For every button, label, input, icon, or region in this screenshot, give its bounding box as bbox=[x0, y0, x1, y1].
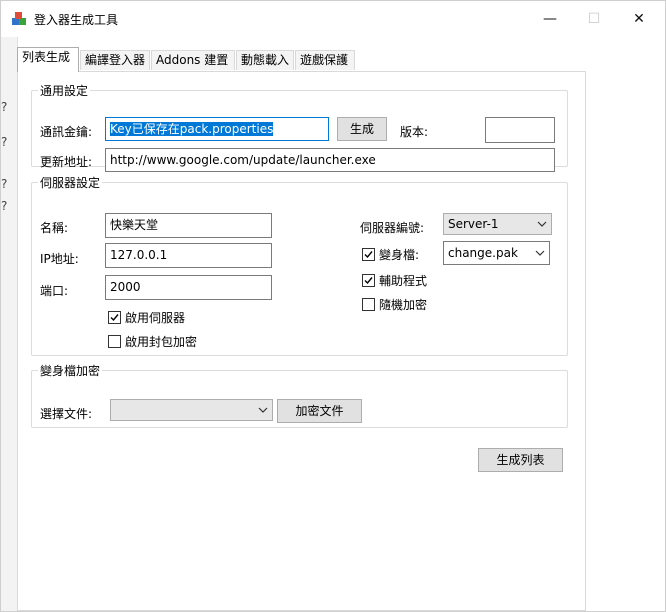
tab-list-generate[interactable]: 列表生成 bbox=[17, 47, 79, 72]
select-file-dropdown[interactable] bbox=[110, 399, 273, 421]
main-window: 登入器生成工具 — ☐ ✕ ? ? ? ? 列表生成 編譯登入器 Addons … bbox=[0, 0, 666, 612]
morph-file-label: 變身檔: bbox=[379, 248, 420, 262]
server-name-input[interactable]: 快樂天堂 bbox=[105, 213, 272, 238]
key-input-value: Key已保存在pack.properties bbox=[110, 122, 274, 136]
enable-packet-encrypt-checkbox[interactable]: 啟用封包加密 bbox=[108, 333, 197, 350]
checkmark-icon bbox=[110, 314, 119, 322]
random-encrypt-box[interactable] bbox=[362, 298, 375, 311]
port-input[interactable]: 2000 bbox=[105, 275, 272, 300]
close-button[interactable]: ✕ bbox=[616, 5, 662, 33]
window-title: 登入器生成工具 bbox=[34, 13, 119, 27]
morph-file-checkbox[interactable]: 變身檔: bbox=[362, 246, 419, 263]
minimize-button[interactable]: — bbox=[527, 5, 573, 33]
select-file-label: 選擇文件: bbox=[40, 407, 93, 421]
enable-packet-encrypt-label: 啟用封包加密 bbox=[125, 335, 198, 349]
key-input[interactable]: Key已保存在pack.properties bbox=[105, 117, 329, 141]
background-window-edge: ? ? ? ? bbox=[1, 37, 18, 611]
general-settings-legend: 通用設定 bbox=[40, 84, 89, 98]
enable-server-box[interactable] bbox=[108, 311, 121, 324]
server-number-value: Server-1 bbox=[448, 217, 499, 231]
tab-panel: 通用設定 通訊金鑰: Key已保存在pack.properties 生成 版本:… bbox=[17, 71, 586, 611]
encrypt-file-button[interactable]: 加密文件 bbox=[277, 399, 362, 423]
helper-program-label: 輔助程式 bbox=[379, 274, 428, 288]
tab-compile-launcher[interactable]: 編譯登入器 bbox=[80, 50, 150, 70]
enable-server-label: 啟用伺服器 bbox=[125, 311, 186, 325]
generate-list-button[interactable]: 生成列表 bbox=[478, 448, 563, 472]
morph-file-box[interactable] bbox=[362, 248, 375, 261]
morph-encrypt-group: 變身檔加密 選擇文件: 加密文件 bbox=[31, 362, 568, 428]
background-glyph: ? bbox=[1, 135, 8, 149]
background-glyph: ? bbox=[1, 177, 8, 191]
background-glyph: ? bbox=[1, 100, 8, 114]
version-input[interactable] bbox=[485, 117, 555, 143]
tab-dynamic-load[interactable]: 動態載入 bbox=[236, 50, 294, 70]
ip-label: IP地址: bbox=[40, 252, 79, 266]
key-label: 通訊金鑰: bbox=[40, 125, 93, 139]
checkmark-icon bbox=[364, 251, 373, 259]
background-glyph: ? bbox=[1, 199, 8, 213]
chevron-down-icon bbox=[535, 250, 545, 256]
version-label: 版本: bbox=[400, 125, 429, 139]
morph-file-value: change.pak bbox=[448, 246, 518, 260]
server-name-label: 名稱: bbox=[40, 221, 69, 235]
chevron-down-icon bbox=[537, 221, 547, 227]
morph-file-combo[interactable]: change.pak bbox=[443, 241, 550, 265]
morph-encrypt-legend: 變身檔加密 bbox=[40, 364, 101, 378]
helper-program-box[interactable] bbox=[362, 274, 375, 287]
checkmark-icon bbox=[364, 277, 373, 285]
update-url-input[interactable]: http://www.google.com/update/launcher.ex… bbox=[105, 148, 555, 172]
port-label: 端口: bbox=[40, 284, 69, 298]
title-bar: 登入器生成工具 — ☐ ✕ bbox=[1, 1, 665, 37]
server-number-dropdown[interactable]: Server-1 bbox=[443, 213, 552, 235]
server-settings-legend: 伺服器設定 bbox=[40, 176, 101, 190]
app-icon bbox=[12, 12, 26, 25]
general-settings-group: 通用設定 通訊金鑰: Key已保存在pack.properties 生成 版本:… bbox=[31, 82, 568, 172]
ip-input[interactable]: 127.0.0.1 bbox=[105, 243, 272, 268]
generate-key-button[interactable]: 生成 bbox=[337, 117, 387, 141]
server-settings-group: 伺服器設定 名稱: 快樂天堂 IP地址: 127.0.0.1 端口: 2000 … bbox=[31, 174, 568, 356]
maximize-button[interactable]: ☐ bbox=[571, 5, 617, 33]
chevron-down-icon bbox=[258, 407, 268, 413]
enable-server-checkbox[interactable]: 啟用伺服器 bbox=[108, 309, 185, 326]
tab-game-protect[interactable]: 遊戲保護 bbox=[295, 50, 355, 70]
enable-packet-encrypt-box[interactable] bbox=[108, 335, 121, 348]
server-number-label: 伺服器編號: bbox=[360, 221, 425, 235]
random-encrypt-label: 隨機加密 bbox=[379, 298, 428, 312]
update-url-label: 更新地址: bbox=[40, 155, 93, 169]
random-encrypt-checkbox[interactable]: 隨機加密 bbox=[362, 296, 427, 313]
helper-program-checkbox[interactable]: 輔助程式 bbox=[362, 272, 427, 289]
tab-addons-build[interactable]: Addons 建置 bbox=[151, 50, 235, 70]
